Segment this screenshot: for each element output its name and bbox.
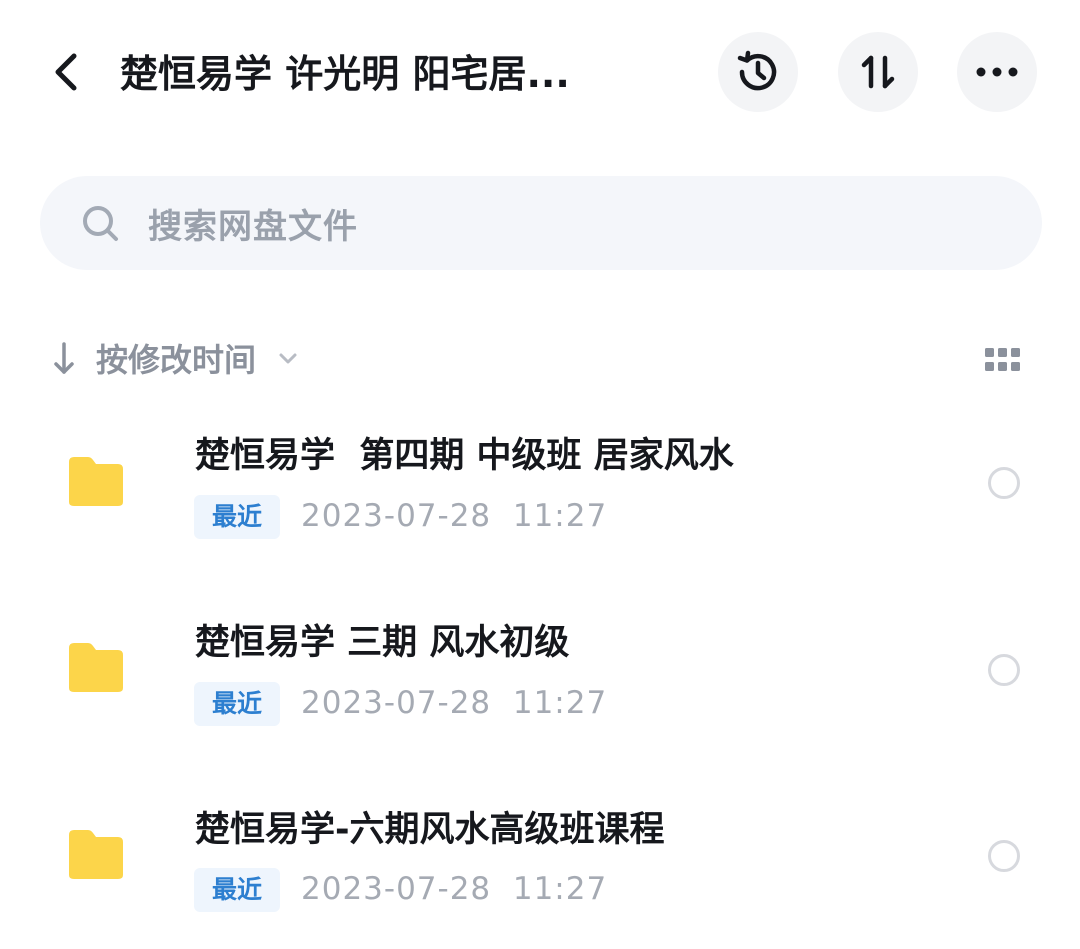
page-title: 楚恒易学 许光明 阳宅居...	[120, 52, 570, 96]
folder-icon	[69, 643, 123, 692]
arrow-down-icon	[54, 342, 74, 374]
back-button[interactable]	[44, 50, 88, 94]
search-icon	[83, 206, 118, 241]
status-badge: 最近	[194, 682, 281, 726]
more-button[interactable]	[957, 32, 1037, 112]
sort-button[interactable]	[838, 32, 918, 112]
chevron-left-icon	[55, 53, 77, 91]
file-name: 楚恒易学-六期风水高级班课程	[195, 810, 665, 850]
folder-icon	[69, 457, 123, 506]
chevron-down-icon	[279, 353, 297, 364]
file-name: 楚恒易学 三期 风水初级	[195, 623, 570, 663]
search-placeholder: 搜索网盘文件	[148, 206, 358, 247]
status-badge: 最近	[194, 868, 281, 912]
grid-view-icon[interactable]	[985, 348, 1021, 372]
search-input[interactable]: 搜索网盘文件	[40, 176, 1042, 270]
list-item[interactable]: 楚恒易学 第四期 中级班 居家风水 最近 2023-07-28 11:27	[0, 412, 1080, 562]
top-bar: 楚恒易学 许光明 阳宅居...	[0, 0, 1080, 150]
sort-arrows-icon	[861, 55, 895, 89]
folder-icon	[69, 830, 123, 879]
select-checkbox[interactable]	[988, 840, 1020, 872]
file-date: 2023-07-28 11:27	[301, 685, 608, 721]
select-checkbox[interactable]	[988, 654, 1020, 686]
file-date: 2023-07-28 11:27	[301, 498, 608, 534]
select-checkbox[interactable]	[988, 467, 1020, 499]
list-item[interactable]: 楚恒易学 三期 风水初级 最近 2023-07-28 11:27	[0, 600, 1080, 750]
more-dots-icon	[976, 67, 1018, 77]
sort-label: 按修改时间	[96, 341, 257, 379]
sort-selector[interactable]: 按修改时间	[50, 330, 300, 386]
file-name: 楚恒易学 第四期 中级班 居家风水	[195, 436, 734, 476]
history-clock-icon	[737, 50, 777, 91]
file-date: 2023-07-28 11:27	[301, 871, 608, 907]
status-badge: 最近	[194, 495, 281, 539]
history-button[interactable]	[718, 32, 798, 112]
list-item[interactable]: 楚恒易学-六期风水高级班课程 最近 2023-07-28 11:27	[0, 786, 1080, 936]
